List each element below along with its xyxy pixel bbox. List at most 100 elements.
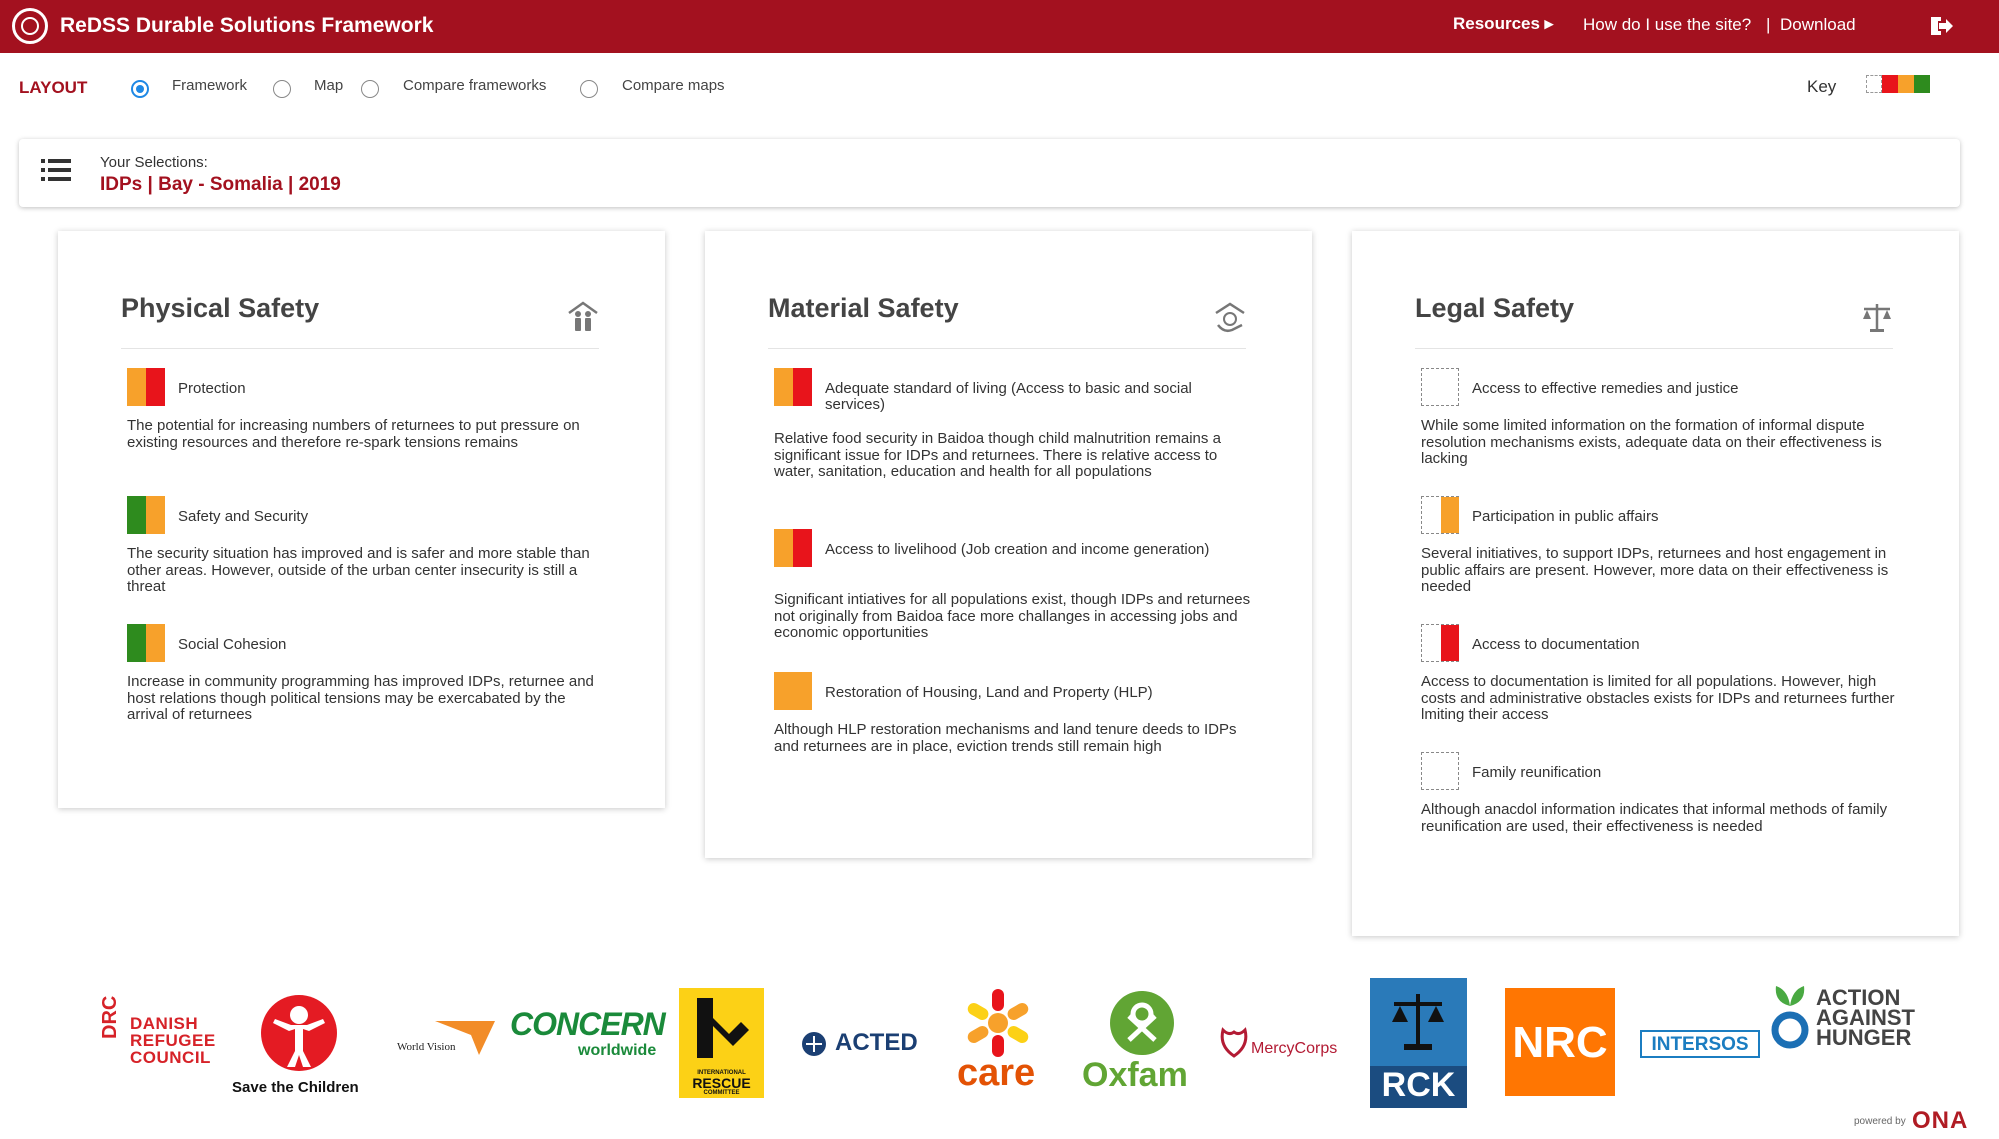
card-divider bbox=[121, 348, 599, 349]
indicator-label: Safety and Security bbox=[178, 508, 309, 525]
concern-subtitle: worldwide bbox=[578, 1042, 657, 1059]
rck-text: RCK bbox=[1381, 1066, 1456, 1104]
indicator-description: Relative food security in Baidoa though … bbox=[774, 430, 1221, 480]
nav-separator: | bbox=[1766, 15, 1771, 34]
rating-swatch bbox=[127, 368, 165, 406]
scales-icon bbox=[1863, 304, 1891, 332]
indicator-description: Several initiatives, to support IDPs, re… bbox=[1421, 545, 1889, 595]
indicator-description: Although HLP restoration mechanisms and … bbox=[774, 721, 1237, 755]
card-legal-safety: Legal Safety Access to effective remedie… bbox=[1352, 231, 1959, 936]
indicator-label: Restoration of Housing, Land and Propert… bbox=[825, 684, 1153, 701]
indicator-description: Significant intiatives for all populatio… bbox=[774, 591, 1251, 641]
key-swatch-white bbox=[1866, 75, 1882, 93]
rating-swatch bbox=[1421, 624, 1459, 662]
key-swatch-red bbox=[1882, 75, 1898, 93]
card-divider bbox=[1415, 348, 1893, 349]
partner-logo-world-vision[interactable]: World Vision bbox=[397, 1019, 497, 1055]
action-against-hunger-icon bbox=[1771, 986, 1809, 1049]
key-swatch-orange bbox=[1898, 75, 1914, 93]
card-title: Physical Safety bbox=[121, 293, 320, 323]
indicator-description: The potential for increasing numbers of … bbox=[127, 417, 580, 451]
key-label: Key bbox=[1807, 77, 1837, 96]
rating-swatch bbox=[1421, 752, 1459, 790]
partner-logo-care[interactable]: care bbox=[955, 988, 1040, 1100]
list-icon[interactable] bbox=[41, 157, 71, 183]
indicator-label: Social Cohesion bbox=[178, 636, 287, 653]
rating-swatch bbox=[774, 672, 812, 710]
rating-swatch bbox=[127, 624, 165, 662]
app-title[interactable]: ReDSS Durable Solutions Framework bbox=[60, 14, 433, 38]
indicator-description: Increase in community programming has im… bbox=[127, 673, 594, 723]
mercy-corps-text: MercyCorps bbox=[1251, 1040, 1338, 1057]
family-icon bbox=[568, 301, 598, 331]
top-navigation-bar: ReDSS Durable Solutions Framework Resour… bbox=[0, 0, 1999, 53]
radio-framework-label[interactable]: Framework bbox=[172, 77, 247, 94]
indicator-label: Protection bbox=[178, 380, 246, 397]
indicator-label: Access to documentation bbox=[1472, 636, 1640, 653]
resources-menu[interactable]: Resources ▸ bbox=[1453, 14, 1553, 34]
key-swatch-green bbox=[1914, 75, 1930, 93]
rating-swatch bbox=[127, 496, 165, 534]
save-the-children-icon bbox=[261, 995, 337, 1071]
card-title: Material Safety bbox=[768, 293, 959, 323]
radio-framework[interactable] bbox=[131, 80, 149, 98]
indicator-description: Access to documentation is limited for a… bbox=[1421, 673, 1895, 723]
indicator-description: While some limited information on the fo… bbox=[1421, 417, 1882, 467]
intersos-text: INTERSOS bbox=[1651, 1034, 1749, 1055]
indicator-label: Family reunification bbox=[1472, 764, 1602, 781]
partner-logo-intersos[interactable]: INTERSOS bbox=[1640, 1030, 1760, 1058]
partner-logo-action-against-hunger[interactable]: ACTION AGAINST HUNGER bbox=[1770, 976, 1915, 1056]
rating-swatch bbox=[774, 529, 812, 567]
partner-logo-concern[interactable]: CONCERN worldwide bbox=[510, 1006, 666, 1059]
indicator-label: Access to livelihood (Job creation and i… bbox=[825, 541, 1210, 558]
selections-panel: Your Selections: IDPs | Bay - Somalia | … bbox=[19, 139, 1960, 207]
acted-globe-icon bbox=[802, 1032, 826, 1056]
rck-scales-icon bbox=[1392, 994, 1444, 1050]
irc-figure-icon bbox=[697, 998, 749, 1058]
selections-title: Your Selections: bbox=[100, 154, 208, 171]
logout-icon[interactable] bbox=[1928, 14, 1954, 38]
care-hands-icon bbox=[967, 989, 1029, 1057]
partner-logo-nrc[interactable]: NRC bbox=[1505, 988, 1615, 1096]
partner-logo-save-the-children[interactable]: Save the Children bbox=[232, 993, 367, 1096]
indicator-description: The security situation has improved and … bbox=[127, 545, 590, 595]
nrc-text: NRC bbox=[1512, 1018, 1608, 1067]
oxfam-text: Oxfam bbox=[1082, 1056, 1188, 1094]
indicator-description: Although anacdol information indicates t… bbox=[1421, 801, 1888, 835]
drc-line-3: COUNCIL bbox=[130, 1048, 211, 1067]
partner-logo-oxfam[interactable]: Oxfam bbox=[1082, 990, 1202, 1095]
save-the-children-text: Save the Children bbox=[232, 1079, 359, 1096]
oxfam-icon bbox=[1110, 991, 1174, 1055]
drc-line-1: DANISH bbox=[130, 1014, 199, 1033]
card-physical-safety: Physical Safety Protection The potential… bbox=[58, 231, 665, 808]
radio-compare-maps-label[interactable]: Compare maps bbox=[622, 77, 725, 94]
card-material-safety: Material Safety Adequate standard of liv… bbox=[705, 231, 1312, 858]
partner-logo-rck[interactable]: RCK bbox=[1370, 978, 1467, 1108]
irc-line-2: RESCUE bbox=[692, 1075, 751, 1091]
powered-by-label: powered by bbox=[1854, 1116, 1906, 1127]
radio-compare-frameworks[interactable] bbox=[361, 80, 379, 98]
how-to-use-link[interactable]: How do I use the site? bbox=[1583, 15, 1751, 35]
radio-compare-maps[interactable] bbox=[580, 80, 598, 98]
drc-initials: DRC bbox=[99, 995, 121, 1039]
indicator-label: Participation in public affairs bbox=[1472, 508, 1659, 525]
concern-title: CONCERN bbox=[510, 1006, 666, 1042]
redss-logo-icon[interactable] bbox=[12, 8, 48, 44]
rating-swatch bbox=[1421, 496, 1459, 534]
layout-label: LAYOUT bbox=[19, 78, 88, 97]
indicator-label: Adequate standard of living (Access to b… bbox=[825, 380, 1192, 413]
care-text: care bbox=[957, 1052, 1036, 1094]
download-link[interactable]: Download bbox=[1780, 15, 1856, 35]
mercy-corps-icon bbox=[1220, 1027, 1248, 1058]
partner-logo-irc[interactable]: INTERNATIONAL RESCUE COMMITTEE bbox=[679, 988, 764, 1098]
radio-map-label[interactable]: Map bbox=[314, 77, 343, 94]
radio-compare-frameworks-label[interactable]: Compare frameworks bbox=[403, 77, 546, 94]
selections-value: IDPs | Bay - Somalia | 2019 bbox=[100, 174, 341, 195]
card-divider bbox=[768, 348, 1246, 349]
radio-map[interactable] bbox=[273, 80, 291, 98]
rating-swatch bbox=[1421, 368, 1459, 406]
acted-text: ACTED bbox=[835, 1029, 918, 1056]
rating-swatch bbox=[774, 368, 812, 406]
ona-logo[interactable]: ONA bbox=[1912, 1107, 1968, 1135]
indicator-label: Access to effective remedies and justice bbox=[1472, 380, 1739, 397]
